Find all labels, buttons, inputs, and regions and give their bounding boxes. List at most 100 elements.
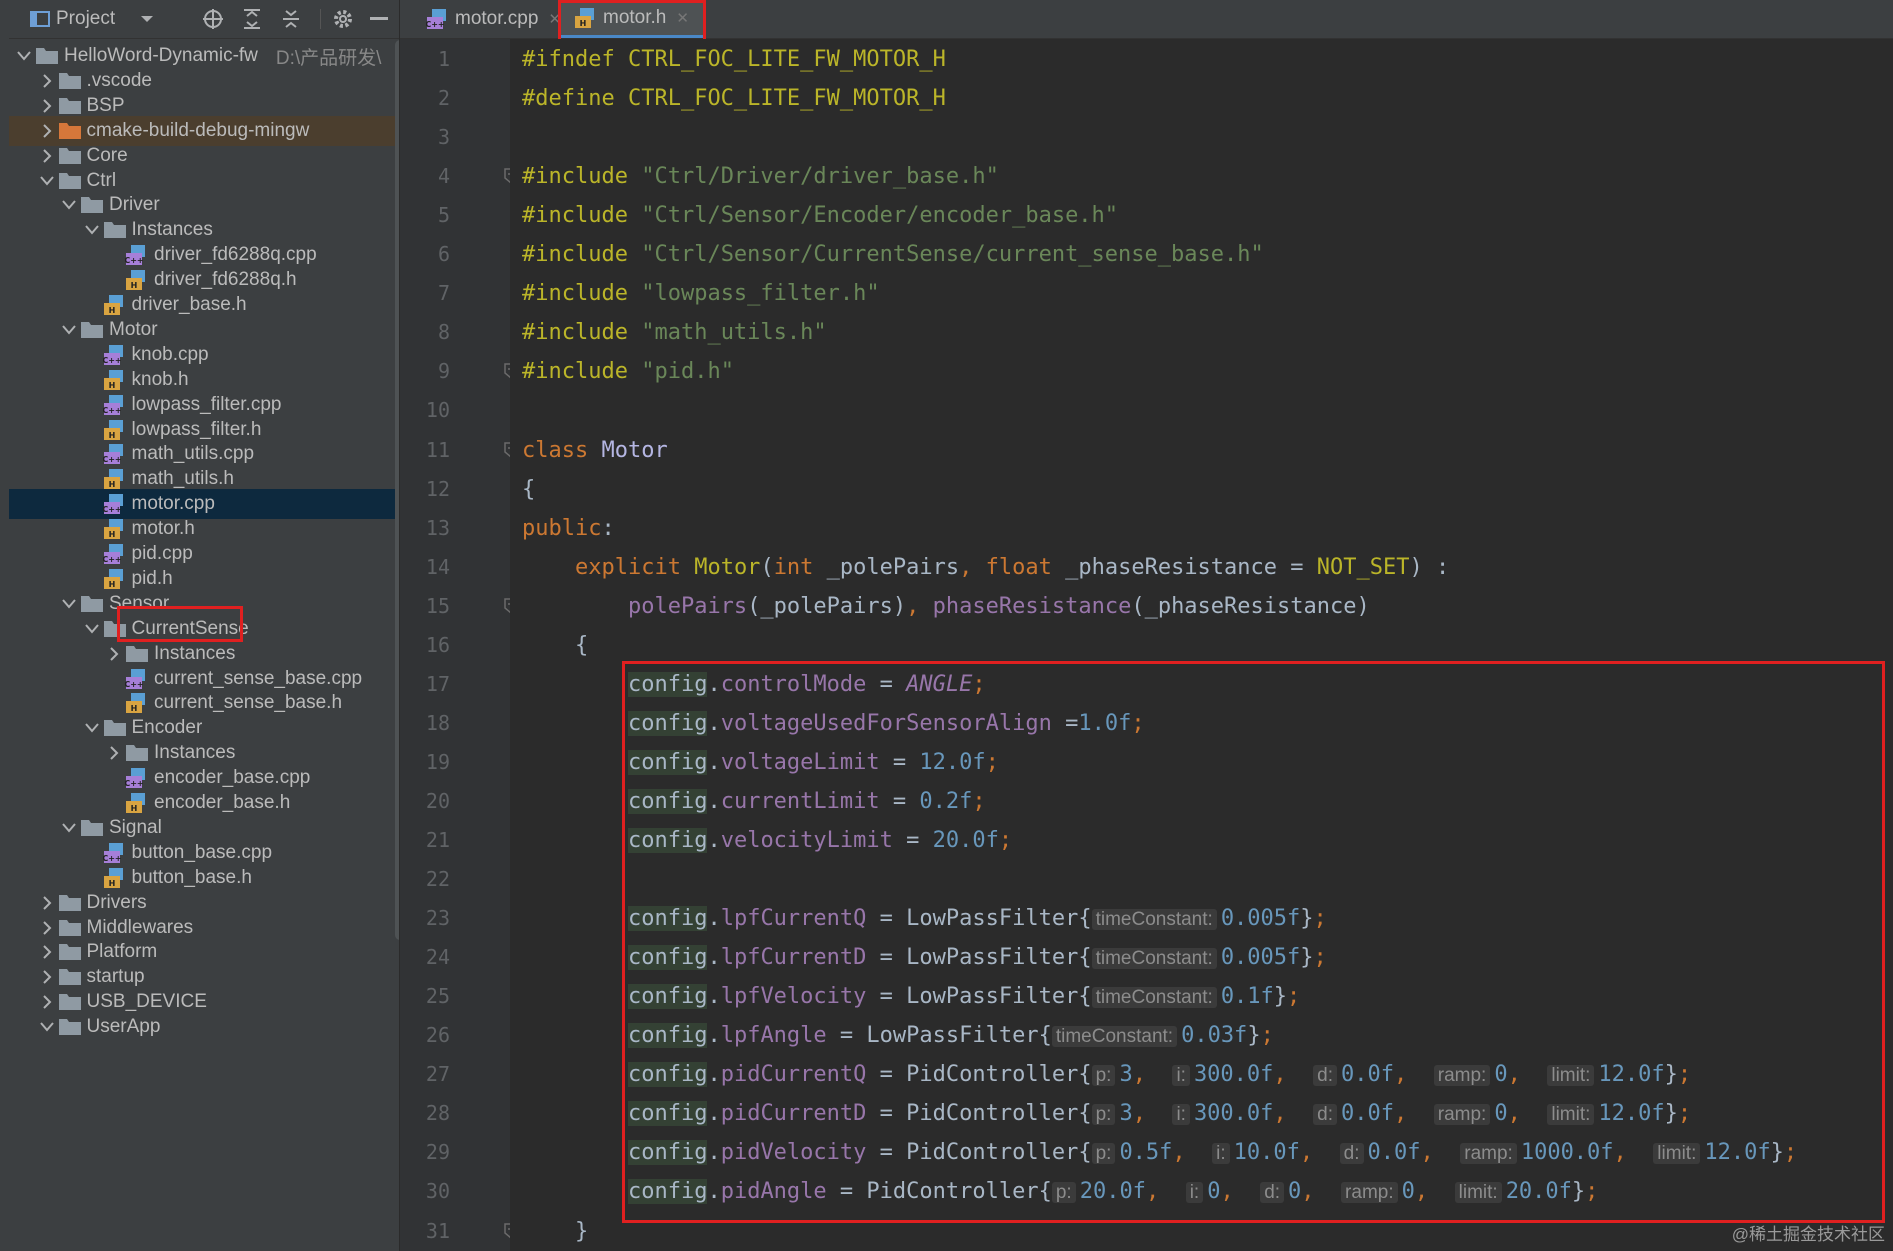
code-token: 300.0f [1193, 1062, 1274, 1088]
parameter-hint: p: [1091, 1143, 1116, 1165]
gear-icon[interactable] [329, 5, 357, 33]
code-token: 0.0f [1341, 1062, 1395, 1088]
code-token: 0 [1401, 1179, 1415, 1205]
tree-item-label: Middlewares [86, 916, 194, 938]
tree-item-label: HelloWord-Dynamic-fw [64, 45, 258, 66]
project-view-title[interactable]: Project [56, 8, 115, 30]
code-token: config [627, 1062, 708, 1088]
chevron-down-icon[interactable] [81, 618, 103, 640]
code-token: . [707, 984, 721, 1010]
chevron-down-icon[interactable] [58, 817, 80, 839]
code-token: 12.0f [1598, 1062, 1665, 1088]
chevron-right-icon[interactable] [36, 70, 58, 92]
code-token: ) : [1409, 554, 1450, 580]
chevron-right-icon[interactable] [36, 991, 58, 1013]
chevron-right-icon[interactable] [36, 941, 58, 963]
line-number: 10 [425, 398, 450, 423]
svg-text:H: H [108, 431, 115, 440]
minimize-icon[interactable] [366, 5, 392, 33]
svg-text:C++: C++ [426, 20, 445, 29]
close-icon[interactable]: ✕ [676, 9, 689, 27]
line-number: 24 [425, 945, 450, 970]
collapse-all-icon[interactable] [277, 5, 305, 33]
code-token: , [1507, 1101, 1548, 1127]
line-number: 18 [425, 710, 450, 735]
tree-item[interactable]: UserApp [9, 1012, 399, 1042]
code-token: } [1664, 1062, 1678, 1088]
code-token: , [1273, 1062, 1314, 1088]
sidebar-scrollbar[interactable] [395, 40, 399, 940]
code-token: = LowPassFilter{ [866, 945, 1092, 971]
chevron-down-icon[interactable] [58, 194, 80, 216]
folder-icon [58, 966, 82, 988]
code-token: ; [972, 671, 986, 697]
line-number: 4 [437, 164, 450, 189]
chevron-down-icon[interactable] [58, 593, 80, 615]
code-editor[interactable]: #ifndef CTRL_FOC_LITE_FW_MOTOR_H #define … [510, 39, 1893, 1251]
code-token: #include [522, 359, 642, 385]
code-token: (_polePairs) [747, 593, 907, 619]
chevron-right-icon[interactable] [36, 95, 58, 117]
line-number: 16 [425, 632, 450, 657]
chevron-down-icon[interactable] [81, 717, 103, 739]
code-token: . [707, 1179, 721, 1205]
code-token: "Ctrl/Sensor/CurrentSense/current_sense_… [641, 242, 1264, 268]
tree-item-label: Drivers [86, 891, 147, 913]
code-token: currentLimit [720, 788, 880, 814]
parameter-hint: limit: [1547, 1104, 1595, 1126]
tree-item-label: math_utils.h [131, 468, 234, 490]
tree-item-label: pid.cpp [131, 543, 193, 564]
locate-icon[interactable] [199, 5, 227, 33]
code-line: config.currentLimit = 0.2f; [522, 782, 986, 821]
code-token: { [522, 476, 536, 502]
chevron-right-icon[interactable] [36, 917, 58, 939]
chevron-down-icon[interactable] [137, 5, 157, 33]
tree-item-label: knob.cpp [131, 343, 209, 365]
chevron-down-icon[interactable] [36, 1016, 58, 1038]
chevron-right-icon[interactable] [36, 120, 58, 142]
code-token: lpfCurrentQ [720, 906, 867, 932]
editor-tab[interactable]: C++ motor.cpp ✕ [412, 0, 561, 38]
chevron-right-icon[interactable] [103, 643, 125, 665]
tree-item-label: cmake-build-debug-mingw [86, 119, 310, 141]
svg-text:H: H [131, 804, 138, 813]
watermark: @稀土掘金技术社区 [1731, 1225, 1885, 1244]
tree-item-label: .vscode [86, 69, 152, 91]
code-token: config [627, 1101, 708, 1127]
code-token: velocityLimit [720, 828, 893, 853]
parameter-hint: ramp: [1460, 1143, 1517, 1165]
project-view-icon[interactable] [27, 5, 53, 33]
expand-all-icon[interactable] [238, 5, 266, 33]
folder-icon [58, 892, 82, 914]
code-token: config [627, 1179, 708, 1205]
code-token: , [1132, 1062, 1173, 1088]
code-line: #include "Ctrl/Sensor/Encoder/encoder_ba… [522, 196, 1118, 235]
code-token: ; [1131, 710, 1145, 736]
chevron-right-icon[interactable] [36, 966, 58, 988]
cpp-file-icon: C++ [102, 394, 127, 416]
code-token: class [522, 437, 602, 463]
chevron-down-icon[interactable] [36, 170, 58, 192]
code-token: 3 [1119, 1101, 1133, 1127]
chevron-down-icon[interactable] [13, 45, 35, 67]
code-line: config.velocityLimit = 20.0f; [522, 821, 1012, 860]
code-token: ; [1783, 1140, 1798, 1166]
line-number: 13 [425, 515, 450, 540]
chevron-down-icon[interactable] [81, 219, 103, 241]
chevron-right-icon[interactable] [36, 145, 58, 167]
code-token: . [707, 749, 721, 775]
chevron-right-icon[interactable] [103, 742, 125, 764]
chevron-right-icon[interactable] [36, 892, 58, 914]
code-token: (_phaseResistance) [1131, 593, 1370, 619]
parameter-hint: timeConstant: [1051, 1026, 1178, 1048]
chevron-down-icon[interactable] [58, 319, 80, 341]
code-token: } [1770, 1140, 1784, 1166]
code-token: #define [522, 86, 628, 112]
editor-tab[interactable]: Hmotor.h ✕ [560, 0, 704, 38]
